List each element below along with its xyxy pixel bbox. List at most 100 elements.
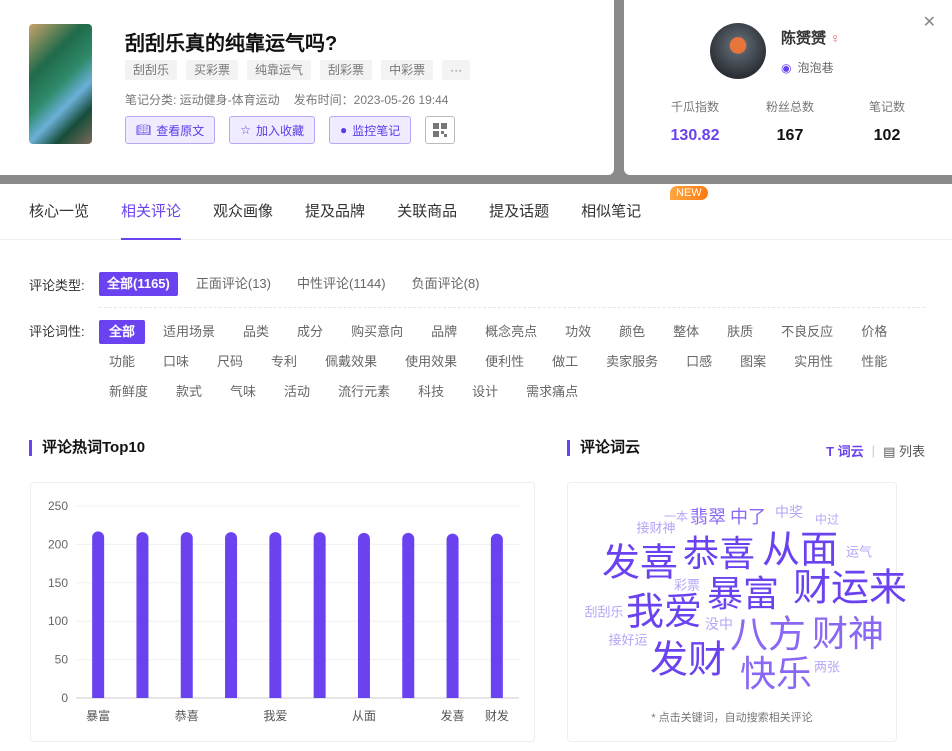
word-type-option[interactable]: 做工 bbox=[542, 350, 588, 374]
word-type-option[interactable]: 新鲜度 bbox=[99, 380, 158, 404]
word-type-option[interactable]: 肤质 bbox=[717, 320, 763, 344]
word-type-option[interactable]: 款式 bbox=[166, 380, 212, 404]
qrcode-button[interactable] bbox=[425, 116, 456, 144]
cloud-word[interactable]: 两张 bbox=[814, 657, 840, 676]
word-type-option[interactable]: 活动 bbox=[274, 380, 320, 404]
word-type-option[interactable]: 科技 bbox=[408, 380, 454, 404]
tag[interactable]: 刮刮乐 bbox=[125, 60, 178, 80]
x-tick-label: 暴富 bbox=[86, 708, 110, 723]
word-type-option[interactable]: 概念亮点 bbox=[475, 320, 547, 344]
tab-topics[interactable]: 提及话题 bbox=[489, 184, 549, 240]
word-type-option[interactable]: 便利性 bbox=[475, 350, 534, 374]
word-type-option[interactable]: 性能 bbox=[851, 350, 897, 374]
note-cover-image[interactable] bbox=[29, 24, 92, 144]
word-type-option[interactable]: 气味 bbox=[220, 380, 266, 404]
word-type-option[interactable]: 实用性 bbox=[784, 350, 843, 374]
bar bbox=[402, 532, 415, 698]
cloud-word[interactable]: 刮刮乐 bbox=[584, 602, 623, 621]
word-type-option[interactable]: 尺码 bbox=[207, 350, 253, 374]
tab-similar-notes[interactable]: 相似笔记 bbox=[581, 184, 641, 240]
tab-overview[interactable]: 核心一览 bbox=[29, 184, 89, 240]
list-view-button[interactable]: ▤ 列表 bbox=[883, 441, 925, 460]
word-type-option[interactable]: 口感 bbox=[676, 350, 722, 374]
tag[interactable]: 中彩票 bbox=[381, 60, 434, 80]
author-name-text: 陈赟赟 bbox=[781, 30, 827, 47]
word-type-option[interactable]: 购买意向 bbox=[341, 320, 413, 344]
female-icon: ♀ bbox=[830, 30, 841, 46]
view-original-button[interactable]: 📖︎ 查看原文 bbox=[125, 116, 216, 144]
add-favorite-button[interactable]: ☆ 加入收藏 bbox=[229, 116, 316, 144]
word-type-option[interactable]: 卖家服务 bbox=[596, 350, 668, 374]
filter-label: 评论词性: bbox=[29, 324, 85, 339]
cloud-word[interactable]: 快乐 bbox=[740, 645, 812, 697]
word-type-option[interactable]: 使用效果 bbox=[395, 350, 467, 374]
tab-brands[interactable]: 提及品牌 bbox=[305, 184, 365, 240]
note-card: 刮刮乐真的纯靠运气吗? 刮刮乐 买彩票 纯靠运气 刮彩票 中彩票 ··· 笔记分… bbox=[0, 0, 614, 175]
more-tags[interactable]: ··· bbox=[442, 60, 471, 80]
type-option[interactable]: 全部(1165) bbox=[99, 272, 178, 296]
word-cloud: * 点击关键词，自动搜索相关评论 一本 翡翠 中了 中奖 中过 接财神 发喜 恭喜 从面 运气 彩票… bbox=[567, 482, 907, 742]
tag[interactable]: 买彩票 bbox=[186, 60, 239, 80]
word-type-option[interactable]: 品牌 bbox=[421, 320, 467, 344]
bar bbox=[357, 532, 370, 698]
cloud-hint: * 点击关键词，自动搜索相关评论 bbox=[651, 712, 813, 724]
type-option[interactable]: 正面评论(13) bbox=[188, 272, 279, 296]
separator: | bbox=[871, 443, 876, 458]
level-icon: ◉ bbox=[781, 60, 792, 75]
tab-products[interactable]: 关联商品 bbox=[397, 184, 457, 240]
star-icon: ☆ bbox=[240, 123, 252, 137]
word-type-option[interactable]: 佩戴效果 bbox=[315, 350, 387, 374]
word-type-option[interactable]: 专利 bbox=[261, 350, 307, 374]
tag[interactable]: 纯靠运气 bbox=[247, 60, 312, 80]
word-type-filter: 全部 适用场景 品类 成分 购买意向 品牌 概念亮点 功效 颜色 整体 肤质 不良反应 价格功能 口味 尺码… bbox=[99, 320, 919, 404]
x-tick-label: 发喜 bbox=[441, 708, 465, 723]
word-type-option[interactable]: 设计 bbox=[462, 380, 508, 404]
bar bbox=[92, 531, 105, 698]
word-type-option[interactable]: 价格 bbox=[851, 320, 897, 344]
section-title-cloud: 评论词云 bbox=[567, 440, 640, 456]
tab-audience[interactable]: 观众画像 bbox=[213, 184, 273, 240]
word-type-option[interactable]: 需求痛点 bbox=[516, 380, 588, 404]
label: 列表 bbox=[898, 444, 925, 459]
section-title-top10: 评论热词Top10 bbox=[29, 440, 145, 456]
cloud-word[interactable]: 我爱 bbox=[626, 581, 702, 636]
word-type-option[interactable]: 品类 bbox=[233, 320, 279, 344]
word-type-option[interactable]: 口味 bbox=[153, 350, 199, 374]
note-category: 笔记分类: 运动健身-体育运动 bbox=[125, 93, 280, 107]
tag[interactable]: 刮彩票 bbox=[320, 60, 373, 80]
word-type-option[interactable]: 成分 bbox=[287, 320, 333, 344]
word-type-option[interactable]: 功能 bbox=[99, 350, 145, 374]
note-meta: 笔记分类: 运动健身-体育运动 发布时间：2023-05-26 19:44 bbox=[125, 91, 448, 108]
word-type-option[interactable]: 颜色 bbox=[609, 320, 655, 344]
y-tick-label: 200 bbox=[48, 537, 68, 551]
bar bbox=[180, 532, 193, 698]
close-icon[interactable]: ✕ bbox=[923, 12, 936, 32]
stat-value: 102 bbox=[873, 127, 901, 144]
note-title: 刮刮乐真的纯靠运气吗? bbox=[125, 33, 338, 55]
publish-time: 发布时间：2023-05-26 19:44 bbox=[293, 93, 449, 107]
cloud-word[interactable]: 发喜 bbox=[602, 532, 678, 587]
cloud-word[interactable]: 接好运 bbox=[608, 630, 647, 649]
word-type-option[interactable]: 全部 bbox=[99, 320, 146, 344]
word-type-option[interactable]: 图案 bbox=[730, 350, 776, 374]
word-type-option[interactable]: 不良反应 bbox=[771, 320, 843, 344]
author-name[interactable]: 陈赟赟 ♀ bbox=[781, 27, 841, 48]
stat-label: 粉丝总数 bbox=[765, 100, 814, 114]
monitor-note-button[interactable]: ● 监控笔记 bbox=[329, 116, 412, 144]
cloud-word[interactable]: 发财 bbox=[650, 629, 726, 684]
word-type-option[interactable]: 功效 bbox=[555, 320, 601, 344]
word-type-option[interactable]: 整体 bbox=[663, 320, 709, 344]
cloud-view-button[interactable]: T 词云 bbox=[826, 441, 864, 460]
bar bbox=[269, 532, 282, 698]
button-label: 加入收藏 bbox=[256, 123, 305, 138]
avatar[interactable] bbox=[710, 23, 766, 79]
word-type-option[interactable]: 适用场景 bbox=[153, 320, 225, 344]
cloud-word[interactable]: 财运来 bbox=[793, 557, 907, 612]
tab-bar: 核心一览 相关评论 观众画像 提及品牌 关联商品 提及话题 相似笔记 bbox=[0, 184, 952, 240]
word-filter-label-row: 评论词性: bbox=[29, 321, 99, 340]
type-option[interactable]: 负面评论(8) bbox=[404, 272, 488, 296]
word-type-option[interactable]: 流行元素 bbox=[328, 380, 400, 404]
tab-comments[interactable]: 相关评论 bbox=[121, 184, 182, 240]
type-option[interactable]: 中性评论(1144) bbox=[289, 272, 394, 296]
cloud-word[interactable]: 财神 bbox=[812, 605, 884, 657]
